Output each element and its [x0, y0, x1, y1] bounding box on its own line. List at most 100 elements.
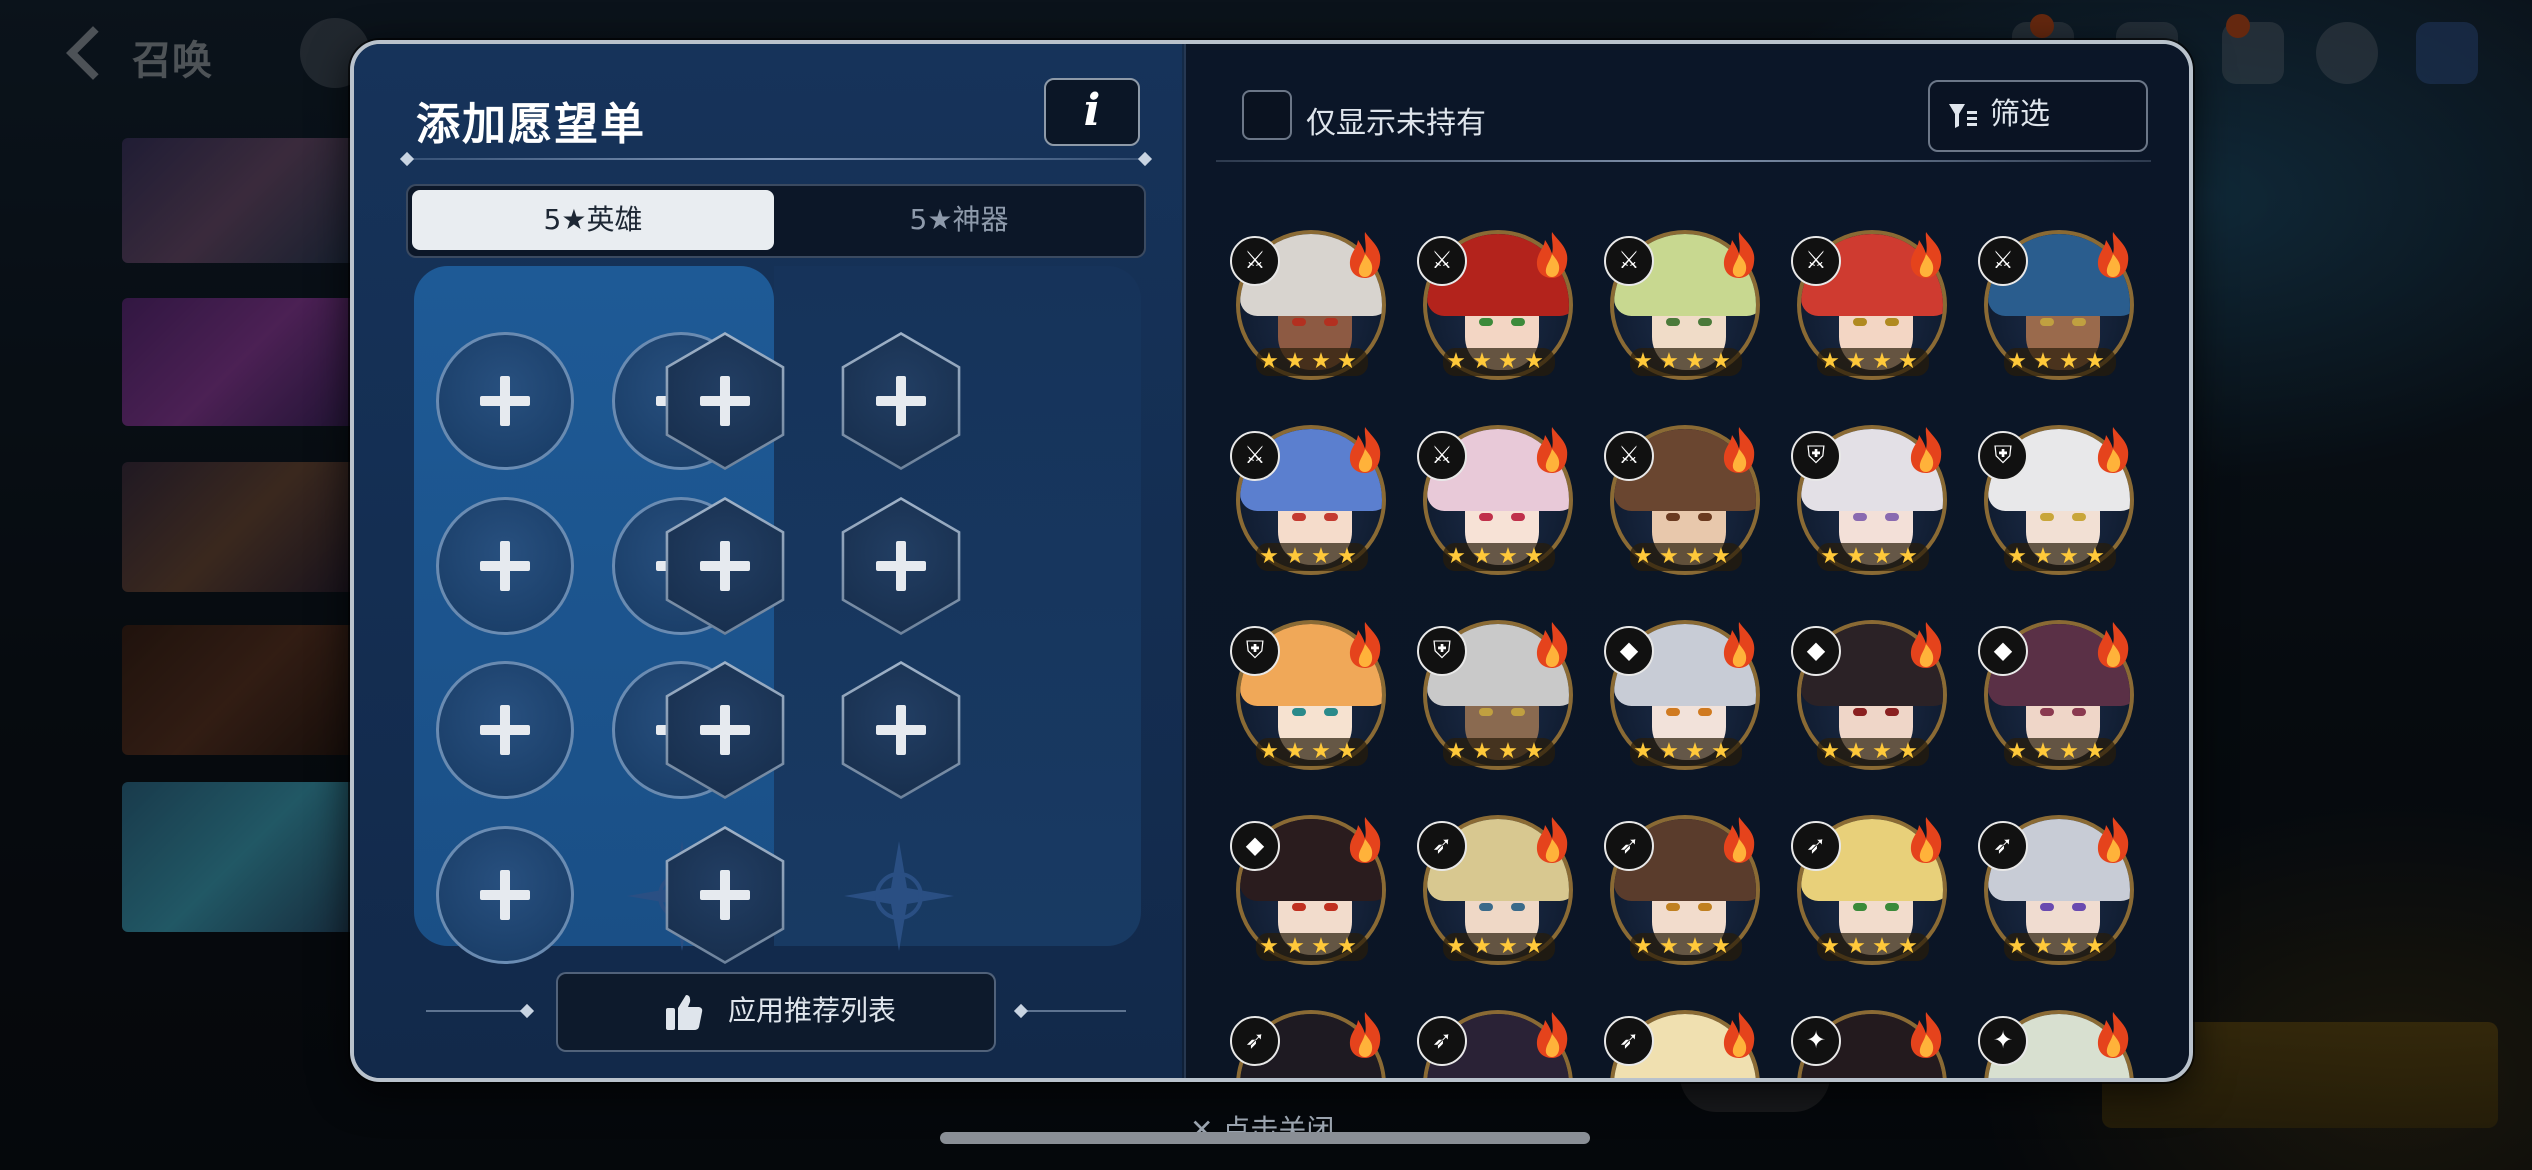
plus-icon	[700, 705, 750, 755]
hero-grid: ★ ★ ★ ★ ⚔ ★ ★ ★ ★ ⚔ ★ ★ ★ ★ ⚔ ★ ★ ★ ★ ⚔ ★ ★ ★ ★ ⚔ ★ ★ ★ ★ ⚔ ★ ★ ★ ★ ⚔ ★ ★ ★ ★ ⚔…	[1186, 192, 2189, 1078]
star-icon: ★	[2085, 739, 2105, 764]
hero-portrait[interactable]: ★★★★➶	[1604, 815, 1760, 965]
fire-element-icon	[1910, 232, 1942, 278]
hero-eye	[1885, 513, 1899, 521]
hero-portrait[interactable]: ★ ★ ★ ★ ⚔	[1604, 425, 1760, 575]
hero-portrait[interactable]: ★★★★➶	[1417, 1010, 1573, 1078]
fire-element-icon	[2097, 622, 2129, 668]
star-icon: ★	[1259, 934, 1279, 959]
plus-icon	[480, 541, 530, 591]
hero-eye	[1479, 903, 1493, 911]
filter-label: 筛选	[1990, 97, 2050, 132]
hero-eye	[1511, 708, 1525, 716]
hero-portrait[interactable]: ★ ★ ★ ★ ◆	[1230, 815, 1386, 965]
hero-eye	[2040, 903, 2054, 911]
hero-portrait[interactable]: ★★★★➶	[1604, 1010, 1760, 1078]
star-rating: ★ ★ ★ ★	[2004, 933, 2116, 961]
thief-icon: ◆	[1978, 626, 2028, 676]
star-icon: ★	[1685, 934, 1705, 959]
hero-portrait[interactable]: ★★★★➶	[1791, 815, 1947, 965]
hero-wish-slot[interactable]	[436, 332, 574, 470]
star-icon: ★	[1685, 349, 1705, 374]
fire-element-icon	[1723, 1012, 1755, 1058]
star-rating: ★ ★ ★ ★	[2004, 738, 2116, 766]
plus-icon	[876, 376, 926, 426]
tab-5star-artifacts[interactable]: 5★神器	[778, 190, 1140, 250]
compass-star-decoration-icon	[844, 841, 954, 951]
tab-5star-heroes[interactable]: 5★英雄	[412, 190, 774, 250]
star-icon: ★	[2033, 349, 2053, 374]
fire-element-icon	[1349, 622, 1381, 668]
filter-button[interactable]: 筛选	[1928, 80, 2148, 152]
warrior-icon: ⚔	[1791, 236, 1841, 286]
apply-recommended-button[interactable]: 应用推荐列表	[556, 972, 996, 1052]
hero-portrait[interactable]: ★ ★ ★ ★ ◆	[1978, 620, 2134, 770]
hero-wish-slot[interactable]	[436, 826, 574, 964]
divider-ornament-right	[1137, 151, 1153, 167]
wishlist-modal: 添加愿望单 i 5★英雄 5★神器 应用推荐列表 仅显示未持有 筛选 ★ ★ ★…	[350, 40, 2193, 1082]
star-icon: ★	[1846, 739, 1866, 764]
hero-portrait[interactable]: ★ ★ ★ ★ ⚔	[1604, 230, 1760, 380]
hero-eye	[1479, 708, 1493, 716]
hero-eye	[1292, 708, 1306, 716]
hero-portrait[interactable]: ★ ★ ★ ★ ◆	[1791, 620, 1947, 770]
star-icon: ★	[1633, 739, 1653, 764]
hero-eye	[1479, 318, 1493, 326]
star-icon: ★	[2033, 934, 2053, 959]
hero-portrait[interactable]: ★ ★ ★ ★ ⚔	[1417, 425, 1573, 575]
hero-portrait[interactable]: ★ ★ ★ ★ ⛨	[1791, 425, 1947, 575]
plus-icon	[480, 705, 530, 755]
star-icon: ★	[1659, 934, 1679, 959]
star-rating: ★ ★ ★ ★	[1443, 933, 1555, 961]
knight-icon: ⛨	[1230, 626, 1280, 676]
hero-portrait[interactable]: ★ ★ ★ ★ ⚔	[1417, 230, 1573, 380]
hero-portrait[interactable]: ★ ★ ★ ★ ⚔	[1978, 230, 2134, 380]
star-icon: ★	[1820, 349, 1840, 374]
star-icon: ★	[2007, 934, 2027, 959]
hero-portrait[interactable]: ★★★★✦	[1978, 1010, 2134, 1078]
fire-element-icon	[2097, 817, 2129, 863]
hero-portrait[interactable]: ★ ★ ★ ★ ⛨	[1417, 620, 1573, 770]
star-icon: ★	[1285, 349, 1305, 374]
hero-portrait[interactable]: ★★★★➶	[1230, 1010, 1386, 1078]
star-icon: ★	[1472, 349, 1492, 374]
hero-eye	[2040, 513, 2054, 521]
star-icon: ★	[1472, 739, 1492, 764]
info-button[interactable]: i	[1044, 78, 1140, 146]
hero-portrait[interactable]: ★ ★ ★ ★ ⚔	[1791, 230, 1947, 380]
hero-portrait[interactable]: ★★★★✦	[1791, 1010, 1947, 1078]
hero-portrait[interactable]: ★ ★ ★ ★ ⛨	[1230, 620, 1386, 770]
hero-eye	[1853, 903, 1867, 911]
plus-icon	[480, 376, 530, 426]
hero-portrait[interactable]: ★★★★➶	[1978, 815, 2134, 965]
hero-portrait[interactable]: ★★★★➶	[1417, 815, 1573, 965]
plus-icon	[876, 541, 926, 591]
hero-wish-slot[interactable]	[436, 497, 574, 635]
wishlist-slot-area	[414, 266, 1141, 964]
fire-element-icon	[1536, 817, 1568, 863]
ranger-icon: ➶	[1417, 1016, 1467, 1066]
star-icon: ★	[1846, 934, 1866, 959]
hero-eye	[2072, 513, 2086, 521]
star-rating: ★ ★ ★ ★	[1817, 348, 1929, 376]
hero-portrait[interactable]: ★ ★ ★ ★ ⛨	[1978, 425, 2134, 575]
apply-divider-right	[1026, 1010, 1126, 1012]
hero-wish-slot[interactable]	[436, 661, 574, 799]
plus-icon	[876, 705, 926, 755]
star-icon: ★	[1820, 544, 1840, 569]
star-icon: ★	[1311, 739, 1331, 764]
hero-portrait[interactable]: ★ ★ ★ ★ ⚔	[1230, 230, 1386, 380]
star-icon: ★	[2059, 349, 2079, 374]
hero-portrait[interactable]: ★ ★ ★ ★ ◆	[1604, 620, 1760, 770]
star-icon: ★	[1285, 739, 1305, 764]
hero-portrait[interactable]: ★ ★ ★ ★ ⚔	[1230, 425, 1386, 575]
star-rating: ★ ★ ★ ★	[1630, 543, 1742, 571]
star-rating: ★ ★ ★ ★	[2004, 543, 2116, 571]
star-icon: ★	[1259, 544, 1279, 569]
star-rating: ★ ★ ★ ★	[1256, 543, 1368, 571]
star-icon: ★	[2059, 934, 2079, 959]
thief-icon: ◆	[1230, 821, 1280, 871]
only-unowned-checkbox[interactable]	[1242, 90, 1292, 140]
plus-icon	[700, 870, 750, 920]
hero-eye	[1511, 318, 1525, 326]
